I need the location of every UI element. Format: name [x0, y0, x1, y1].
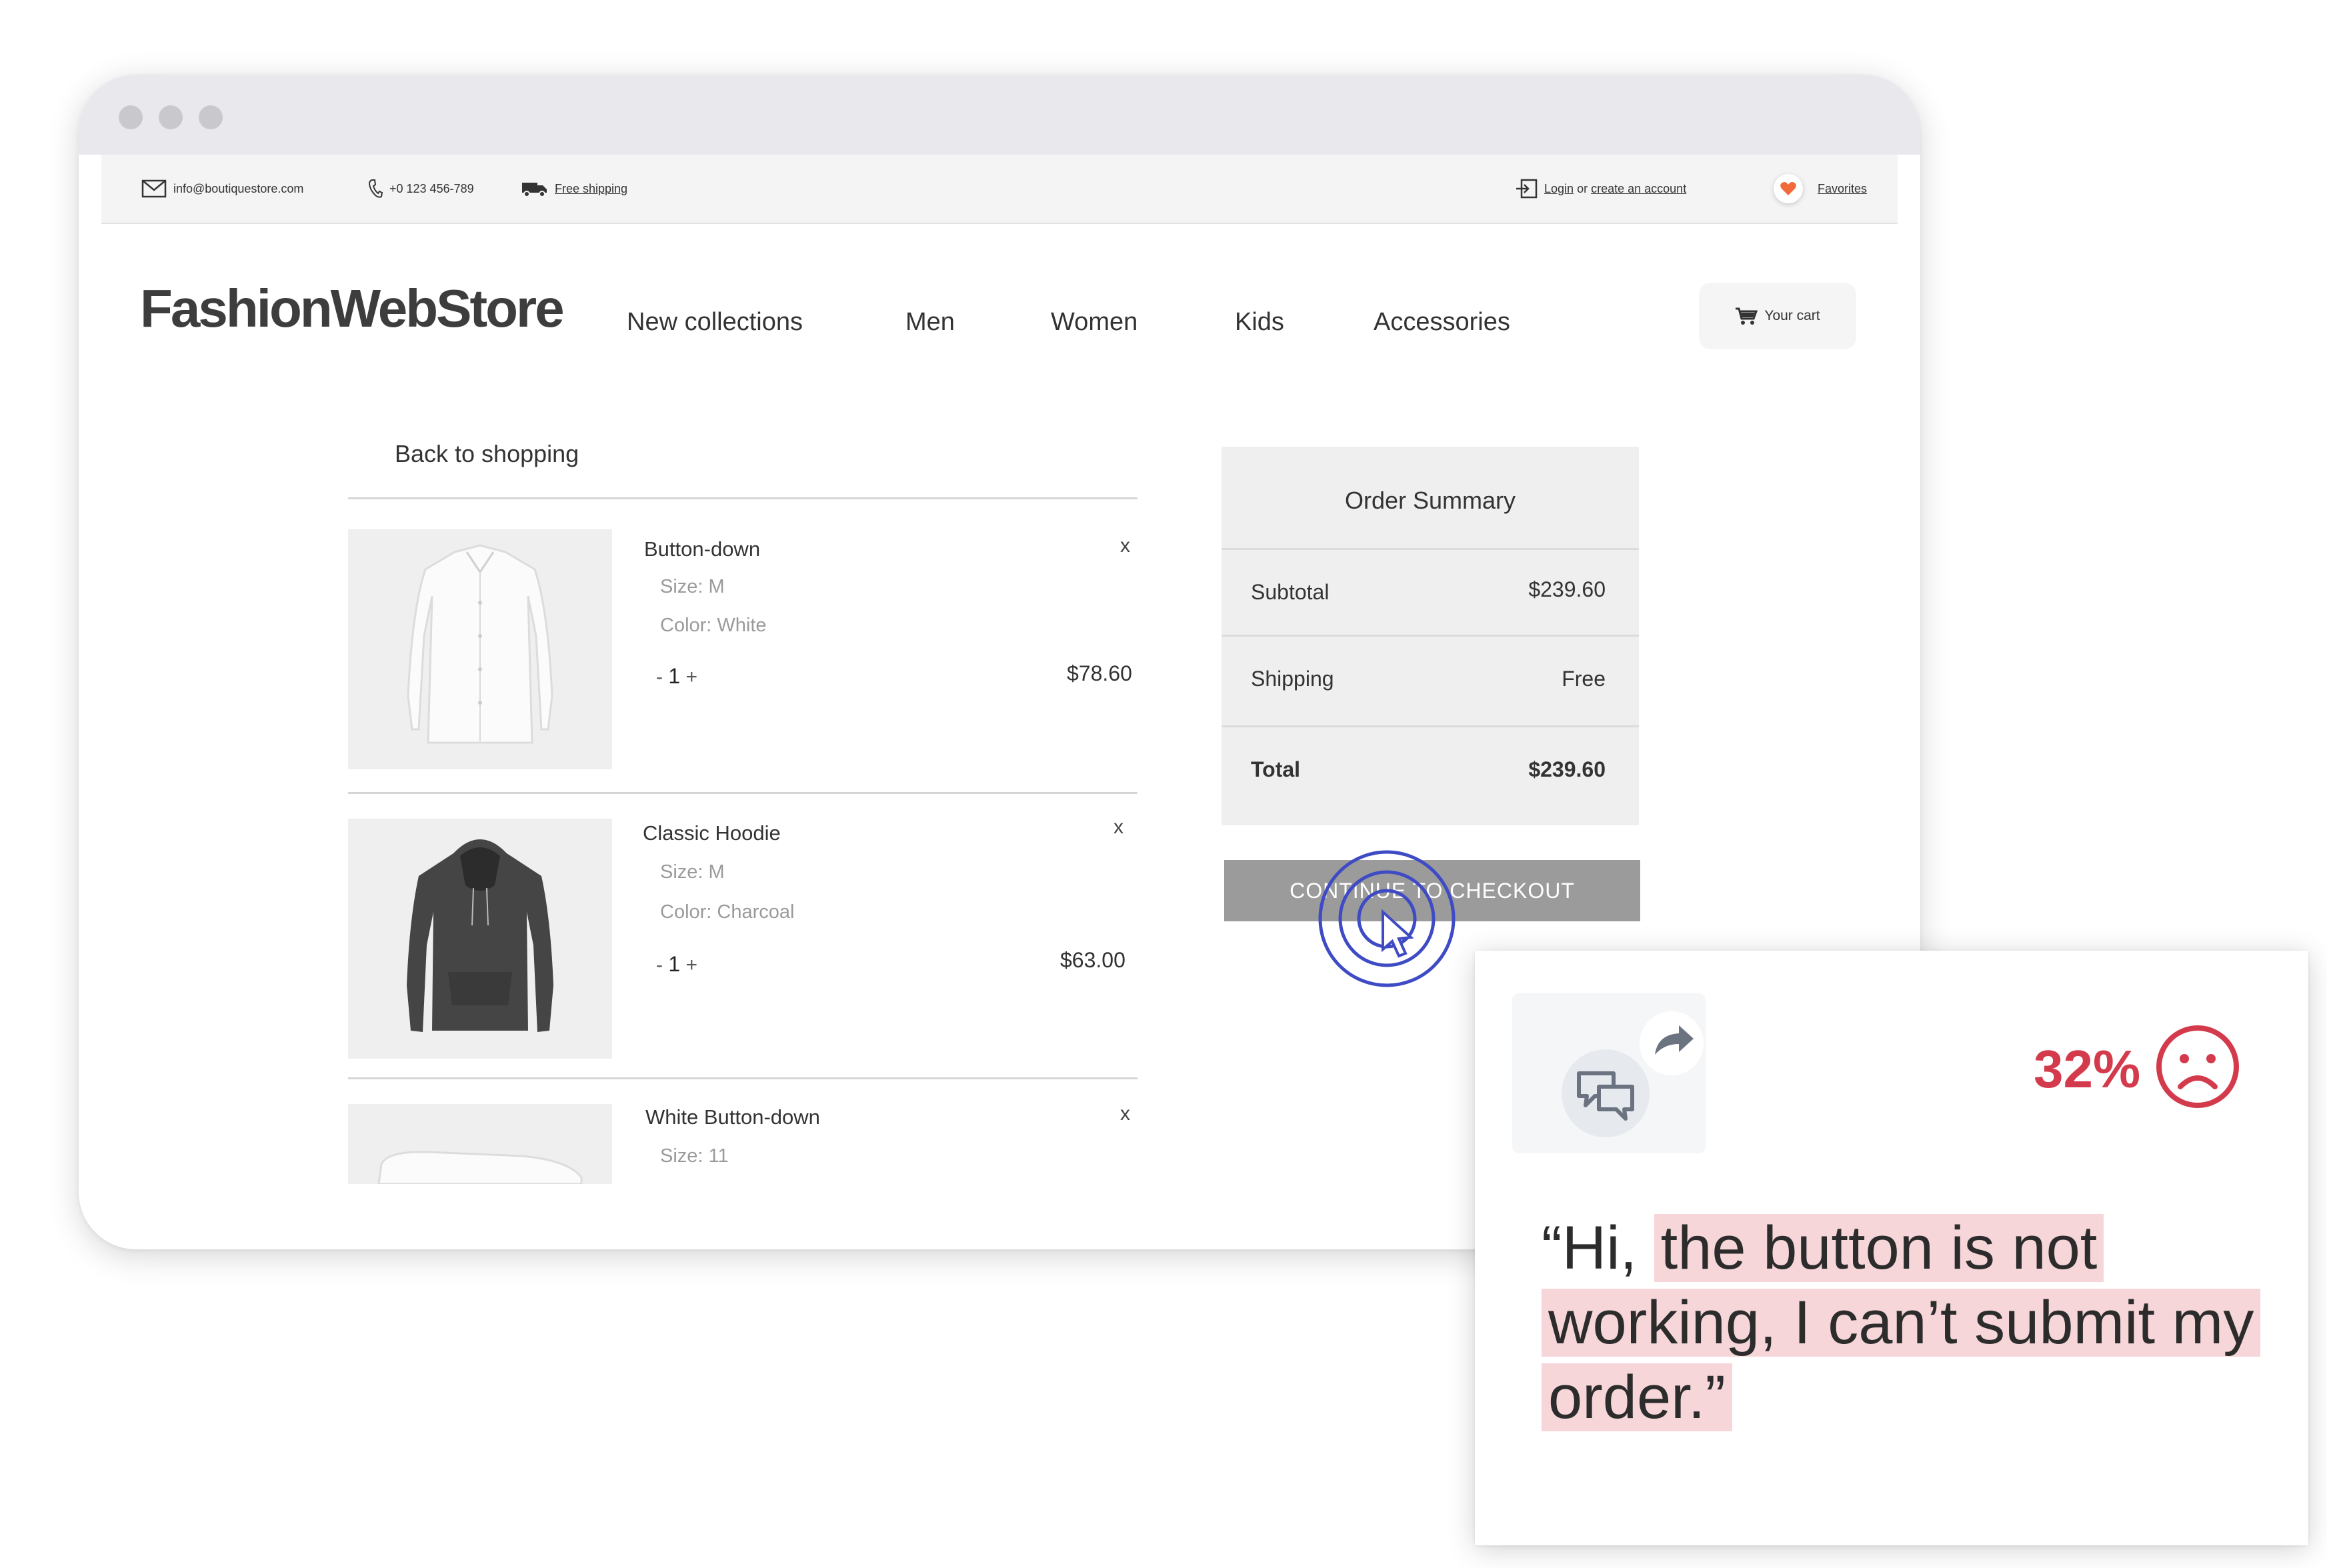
mail-icon	[141, 179, 167, 198]
truck-icon	[522, 183, 547, 197]
product-image-classic-hoodie[interactable]	[348, 819, 612, 1059]
cart-icon	[1736, 307, 1758, 325]
store-logo[interactable]: FashionWebStore	[140, 278, 565, 339]
cart-item-price: $78.60	[1067, 661, 1132, 685]
qty-increase-button[interactable]: +	[685, 666, 697, 688]
quantity-stepper: - 1 +	[656, 952, 697, 977]
product-image-white-button-down[interactable]	[348, 1104, 612, 1184]
qty-increase-button[interactable]: +	[685, 954, 697, 976]
nav-new-collections[interactable]: New collections	[627, 308, 803, 337]
total-label: Total	[1251, 757, 1301, 781]
qty-value: 1	[668, 952, 681, 976]
remove-item-button[interactable]: x	[1120, 535, 1130, 557]
shipping-label: Shipping	[1251, 667, 1334, 691]
quantity-stepper: - 1 +	[656, 664, 697, 689]
window-control-minimize[interactable]	[159, 105, 183, 129]
remove-item-button[interactable]: x	[1113, 816, 1123, 839]
email-contact[interactable]: info@boutiquestore.com	[141, 155, 303, 223]
login-or-text: or	[1577, 181, 1588, 195]
login-text[interactable]: Login	[1544, 182, 1574, 195]
phone-contact[interactable]: +0 123 456-789	[368, 155, 474, 223]
cart-item-price: $63.00	[1060, 948, 1125, 972]
qty-decrease-button[interactable]: -	[656, 954, 663, 976]
cart-label: Your cart	[1764, 308, 1820, 323]
shipping-value: Free	[1562, 667, 1606, 691]
cart-item-size: Size: M	[660, 576, 725, 597]
feedback-icon-panel	[1512, 993, 1706, 1153]
click-indicator-icon	[1318, 850, 1456, 987]
phone-icon	[368, 179, 383, 198]
heart-icon	[1774, 174, 1803, 203]
favorites-text: Favorites	[1818, 181, 1868, 195]
divider	[1222, 548, 1639, 550]
divider	[348, 1077, 1137, 1079]
top-info-bar: info@boutiquestore.com +0 123 456-789 Fr…	[101, 155, 1898, 224]
divider	[1222, 725, 1639, 727]
free-shipping-link[interactable]: Free shipping	[521, 155, 627, 223]
cart-item-color: Color: White	[660, 615, 767, 636]
cart-item-name[interactable]: White Button-down	[645, 1105, 820, 1129]
nav-men[interactable]: Men	[905, 308, 955, 337]
total-value: $239.60	[1528, 757, 1606, 781]
free-shipping-text: Free shipping	[555, 181, 628, 195]
window-titlebar	[79, 75, 1920, 155]
feedback-card: 32% “Hi, the button is not working, I ca…	[1475, 951, 2308, 1545]
quote-open: “Hi,	[1542, 1214, 1654, 1282]
cart-item-color: Color: Charcoal	[660, 901, 795, 923]
sad-face-icon	[2156, 1025, 2239, 1108]
favorites-link[interactable]: Favorites	[1774, 155, 1867, 223]
back-to-shopping-link[interactable]: Back to shopping	[395, 440, 579, 468]
order-summary-title: Order Summary	[1344, 487, 1516, 514]
divider	[348, 792, 1137, 794]
cart-button[interactable]: Your cart	[1699, 283, 1856, 349]
qty-value: 1	[668, 664, 681, 688]
create-account-text[interactable]: create an account	[1591, 182, 1686, 195]
order-summary: Order Summary Subtotal $239.60 Shipping …	[1222, 447, 1639, 825]
window-control-maximize[interactable]	[199, 105, 223, 129]
share-arrow-icon	[1640, 1011, 1704, 1075]
phone-text: +0 123 456-789	[389, 181, 474, 195]
login-link[interactable]: Login or create an account	[1515, 155, 1686, 223]
cart-item-size: Size: 11	[660, 1145, 729, 1167]
cursor-icon	[1382, 909, 1414, 958]
nav-women[interactable]: Women	[1051, 308, 1137, 337]
frustration-score: 32%	[2034, 1039, 2141, 1099]
cart-item-name[interactable]: Button-down	[644, 537, 760, 561]
cart-item-name[interactable]: Classic Hoodie	[643, 821, 781, 845]
product-image-button-down[interactable]	[348, 529, 612, 769]
feedback-quote: “Hi, the button is not working, I can’t …	[1542, 1211, 2288, 1435]
remove-item-button[interactable]: x	[1120, 1103, 1130, 1125]
divider	[348, 497, 1137, 499]
nav-kids[interactable]: Kids	[1235, 308, 1284, 337]
window-control-close[interactable]	[119, 105, 143, 129]
login-icon	[1516, 179, 1538, 199]
subtotal-value: $239.60	[1528, 577, 1606, 601]
qty-decrease-button[interactable]: -	[656, 666, 663, 688]
email-text: info@boutiquestore.com	[173, 181, 304, 195]
divider	[1222, 635, 1639, 637]
nav-accessories[interactable]: Accessories	[1374, 308, 1510, 337]
subtotal-label: Subtotal	[1251, 580, 1330, 604]
cart-item-size: Size: M	[660, 861, 725, 883]
